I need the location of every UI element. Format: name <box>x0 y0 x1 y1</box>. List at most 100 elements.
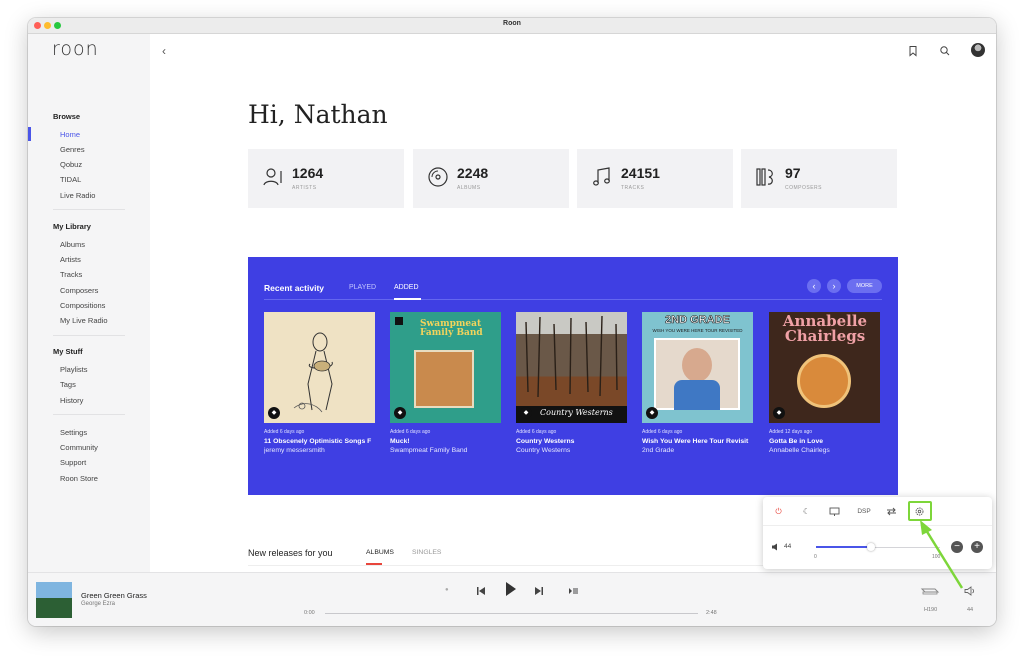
stat-card-composers[interactable]: 97 COMPOSERS <box>741 149 897 208</box>
album-cover[interactable]: Annabelle Chairlegs ◆ <box>769 312 880 423</box>
album-card[interactable]: 2ND GRADE WISH YOU WERE HERE TOUR REVISI… <box>642 312 753 454</box>
zone-controls-popup: ⏻ ☾ DSP 44 0 100 − + <box>763 497 992 569</box>
album-cover[interactable]: 2ND GRADE WISH YOU WERE HERE TOUR REVISI… <box>642 312 753 423</box>
volume-down-button[interactable]: − <box>951 541 963 553</box>
player-bar: Green Green Grass George Ezra ● 0:00 2:4… <box>28 572 996 626</box>
zone-name[interactable]: H190 <box>924 607 937 613</box>
album-artist[interactable]: jeremy messersmith <box>264 447 375 454</box>
album-added-date: Added 6 days ago <box>264 429 305 435</box>
sidebar-item-albums[interactable]: Albums <box>60 240 85 249</box>
moon-icon[interactable]: ☾ <box>800 505 813 518</box>
seek-bar[interactable] <box>325 613 698 614</box>
tab-singles[interactable]: SINGLES <box>412 549 441 556</box>
power-icon[interactable]: ⏻ <box>772 505 785 518</box>
volume-up-button[interactable]: + <box>971 541 983 553</box>
album-cover-subtext: WISH YOU WERE HERE TOUR REVISITED <box>652 328 743 333</box>
tab-added[interactable]: ADDED <box>394 284 419 291</box>
queue-icon[interactable] <box>567 585 579 597</box>
stat-card-tracks[interactable]: 24151 TRACKS <box>577 149 733 208</box>
tidal-badge-icon: ◆ <box>646 407 658 419</box>
new-releases-title: New releases for you <box>248 548 333 558</box>
stat-label: ARTISTS <box>292 185 317 191</box>
album-card[interactable]: Annabelle Chairlegs ◆ Added 12 days ago … <box>769 312 880 454</box>
popup-divider <box>763 525 992 526</box>
album-artist[interactable]: 2nd Grade <box>642 447 753 454</box>
album-artist[interactable]: Swampmeat Family Band <box>390 447 501 454</box>
stat-card-artists[interactable]: 1264 ARTISTS <box>248 149 404 208</box>
now-playing-cover[interactable] <box>36 582 72 618</box>
stat-value: 1264 <box>292 165 324 181</box>
album-card[interactable]: ◆ Added 6 days ago 11 Obscenely Optimist… <box>264 312 375 454</box>
sidebar-item-home[interactable]: Home <box>60 130 80 139</box>
gear-highlight-box <box>908 501 932 521</box>
album-cover[interactable]: ◆ <box>264 312 375 423</box>
greeting-title: Hi, Nathan <box>248 100 388 129</box>
album-card[interactable]: Swampmeat Family Band ◆ Added 6 days ago… <box>390 312 501 454</box>
album-title[interactable]: Country Westerns <box>516 438 627 445</box>
sidebar-item-compositions[interactable]: Compositions <box>60 301 105 310</box>
now-playing-title[interactable]: Green Green Grass <box>81 591 147 600</box>
album-title[interactable]: 11 Obscenely Optimistic Songs F <box>264 438 375 445</box>
bookmark-icon[interactable] <box>906 44 920 58</box>
dsp-button[interactable]: DSP <box>855 505 873 518</box>
next-chevron-icon[interactable]: › <box>827 279 841 293</box>
sidebar-item-settings[interactable]: Settings <box>60 428 87 437</box>
sidebar-item-tidal[interactable]: TIDAL <box>60 175 81 184</box>
sidebar-item-tracks[interactable]: Tracks <box>60 270 82 279</box>
speaker-volume-icon[interactable] <box>964 585 976 597</box>
prev-chevron-icon[interactable]: ‹ <box>807 279 821 293</box>
sidebar-item-support[interactable]: Support <box>60 458 86 467</box>
stat-label: TRACKS <box>621 185 645 191</box>
stat-label: ALBUMS <box>457 185 481 191</box>
volume-level-label: 44 <box>967 607 974 613</box>
sidebar-item-history[interactable]: History <box>60 396 83 405</box>
album-card[interactable]: Country Westerns ◆ Added 6 days ago Coun… <box>516 312 627 454</box>
album-cover-text: 2ND GRADE <box>665 314 730 327</box>
sidebar-item-community[interactable]: Community <box>60 443 98 452</box>
album-artist[interactable]: Country Westerns <box>516 447 627 454</box>
volume-slider-handle[interactable] <box>867 543 875 551</box>
sidebar-item-composers[interactable]: Composers <box>60 286 98 295</box>
recent-activity-title: Recent activity <box>264 283 324 293</box>
sidebar-item-tags[interactable]: Tags <box>60 380 76 389</box>
sidebar-item-qobuz[interactable]: Qobuz <box>60 160 82 169</box>
tab-played[interactable]: PLAYED <box>349 284 376 291</box>
back-chevron-icon[interactable]: ‹ <box>162 44 166 58</box>
total-time: 2:48 <box>706 610 717 616</box>
volume-max-label: 100 <box>932 554 941 560</box>
sidebar-item-live-radio[interactable]: Live Radio <box>60 191 95 200</box>
tab-albums[interactable]: ALBUMS <box>366 549 394 556</box>
stat-card-albums[interactable]: 2248 ALBUMS <box>413 149 569 208</box>
sidebar-item-roon-store[interactable]: Roon Store <box>60 474 98 483</box>
album-title[interactable]: Gotta Be in Love <box>769 438 880 445</box>
now-playing-artist[interactable]: George Ezra <box>81 601 115 607</box>
elapsed-time: 0:00 <box>304 610 315 616</box>
sidebar-item-playlists[interactable]: Playlists <box>60 365 88 374</box>
album-title[interactable]: Muck! <box>390 438 501 445</box>
sidebar-item-artists[interactable]: Artists <box>60 255 81 264</box>
next-track-icon[interactable] <box>533 585 545 597</box>
album-title[interactable]: Wish You Were Here Tour Revisit <box>642 438 753 445</box>
sidebar-item-my-live-radio[interactable]: My Live Radio <box>60 316 108 325</box>
zone-device-icon[interactable] <box>920 585 940 597</box>
profile-avatar[interactable] <box>971 43 985 57</box>
title-bar: Roon <box>28 18 996 34</box>
display-icon[interactable] <box>828 505 841 518</box>
album-artist[interactable]: Annabelle Chairlegs <box>769 447 880 454</box>
my-stuff-heading: My Stuff <box>53 347 83 356</box>
radio-dot-icon[interactable]: ● <box>445 587 449 593</box>
play-icon[interactable] <box>506 582 516 596</box>
more-button[interactable]: MORE <box>847 279 882 293</box>
search-icon[interactable] <box>938 44 952 58</box>
album-icon <box>428 167 448 187</box>
previous-track-icon[interactable] <box>475 585 487 597</box>
album-cover[interactable]: Country Westerns ◆ <box>516 312 627 423</box>
volume-icon <box>772 543 777 551</box>
transfer-icon[interactable] <box>885 505 898 518</box>
album-cover[interactable]: Swampmeat Family Band ◆ <box>390 312 501 423</box>
explicit-icon <box>395 317 403 325</box>
sidebar-item-genres[interactable]: Genres <box>60 145 85 154</box>
album-added-date: Added 6 days ago <box>642 429 683 435</box>
album-added-date: Added 6 days ago <box>390 429 431 435</box>
stat-value: 2248 <box>457 165 489 181</box>
